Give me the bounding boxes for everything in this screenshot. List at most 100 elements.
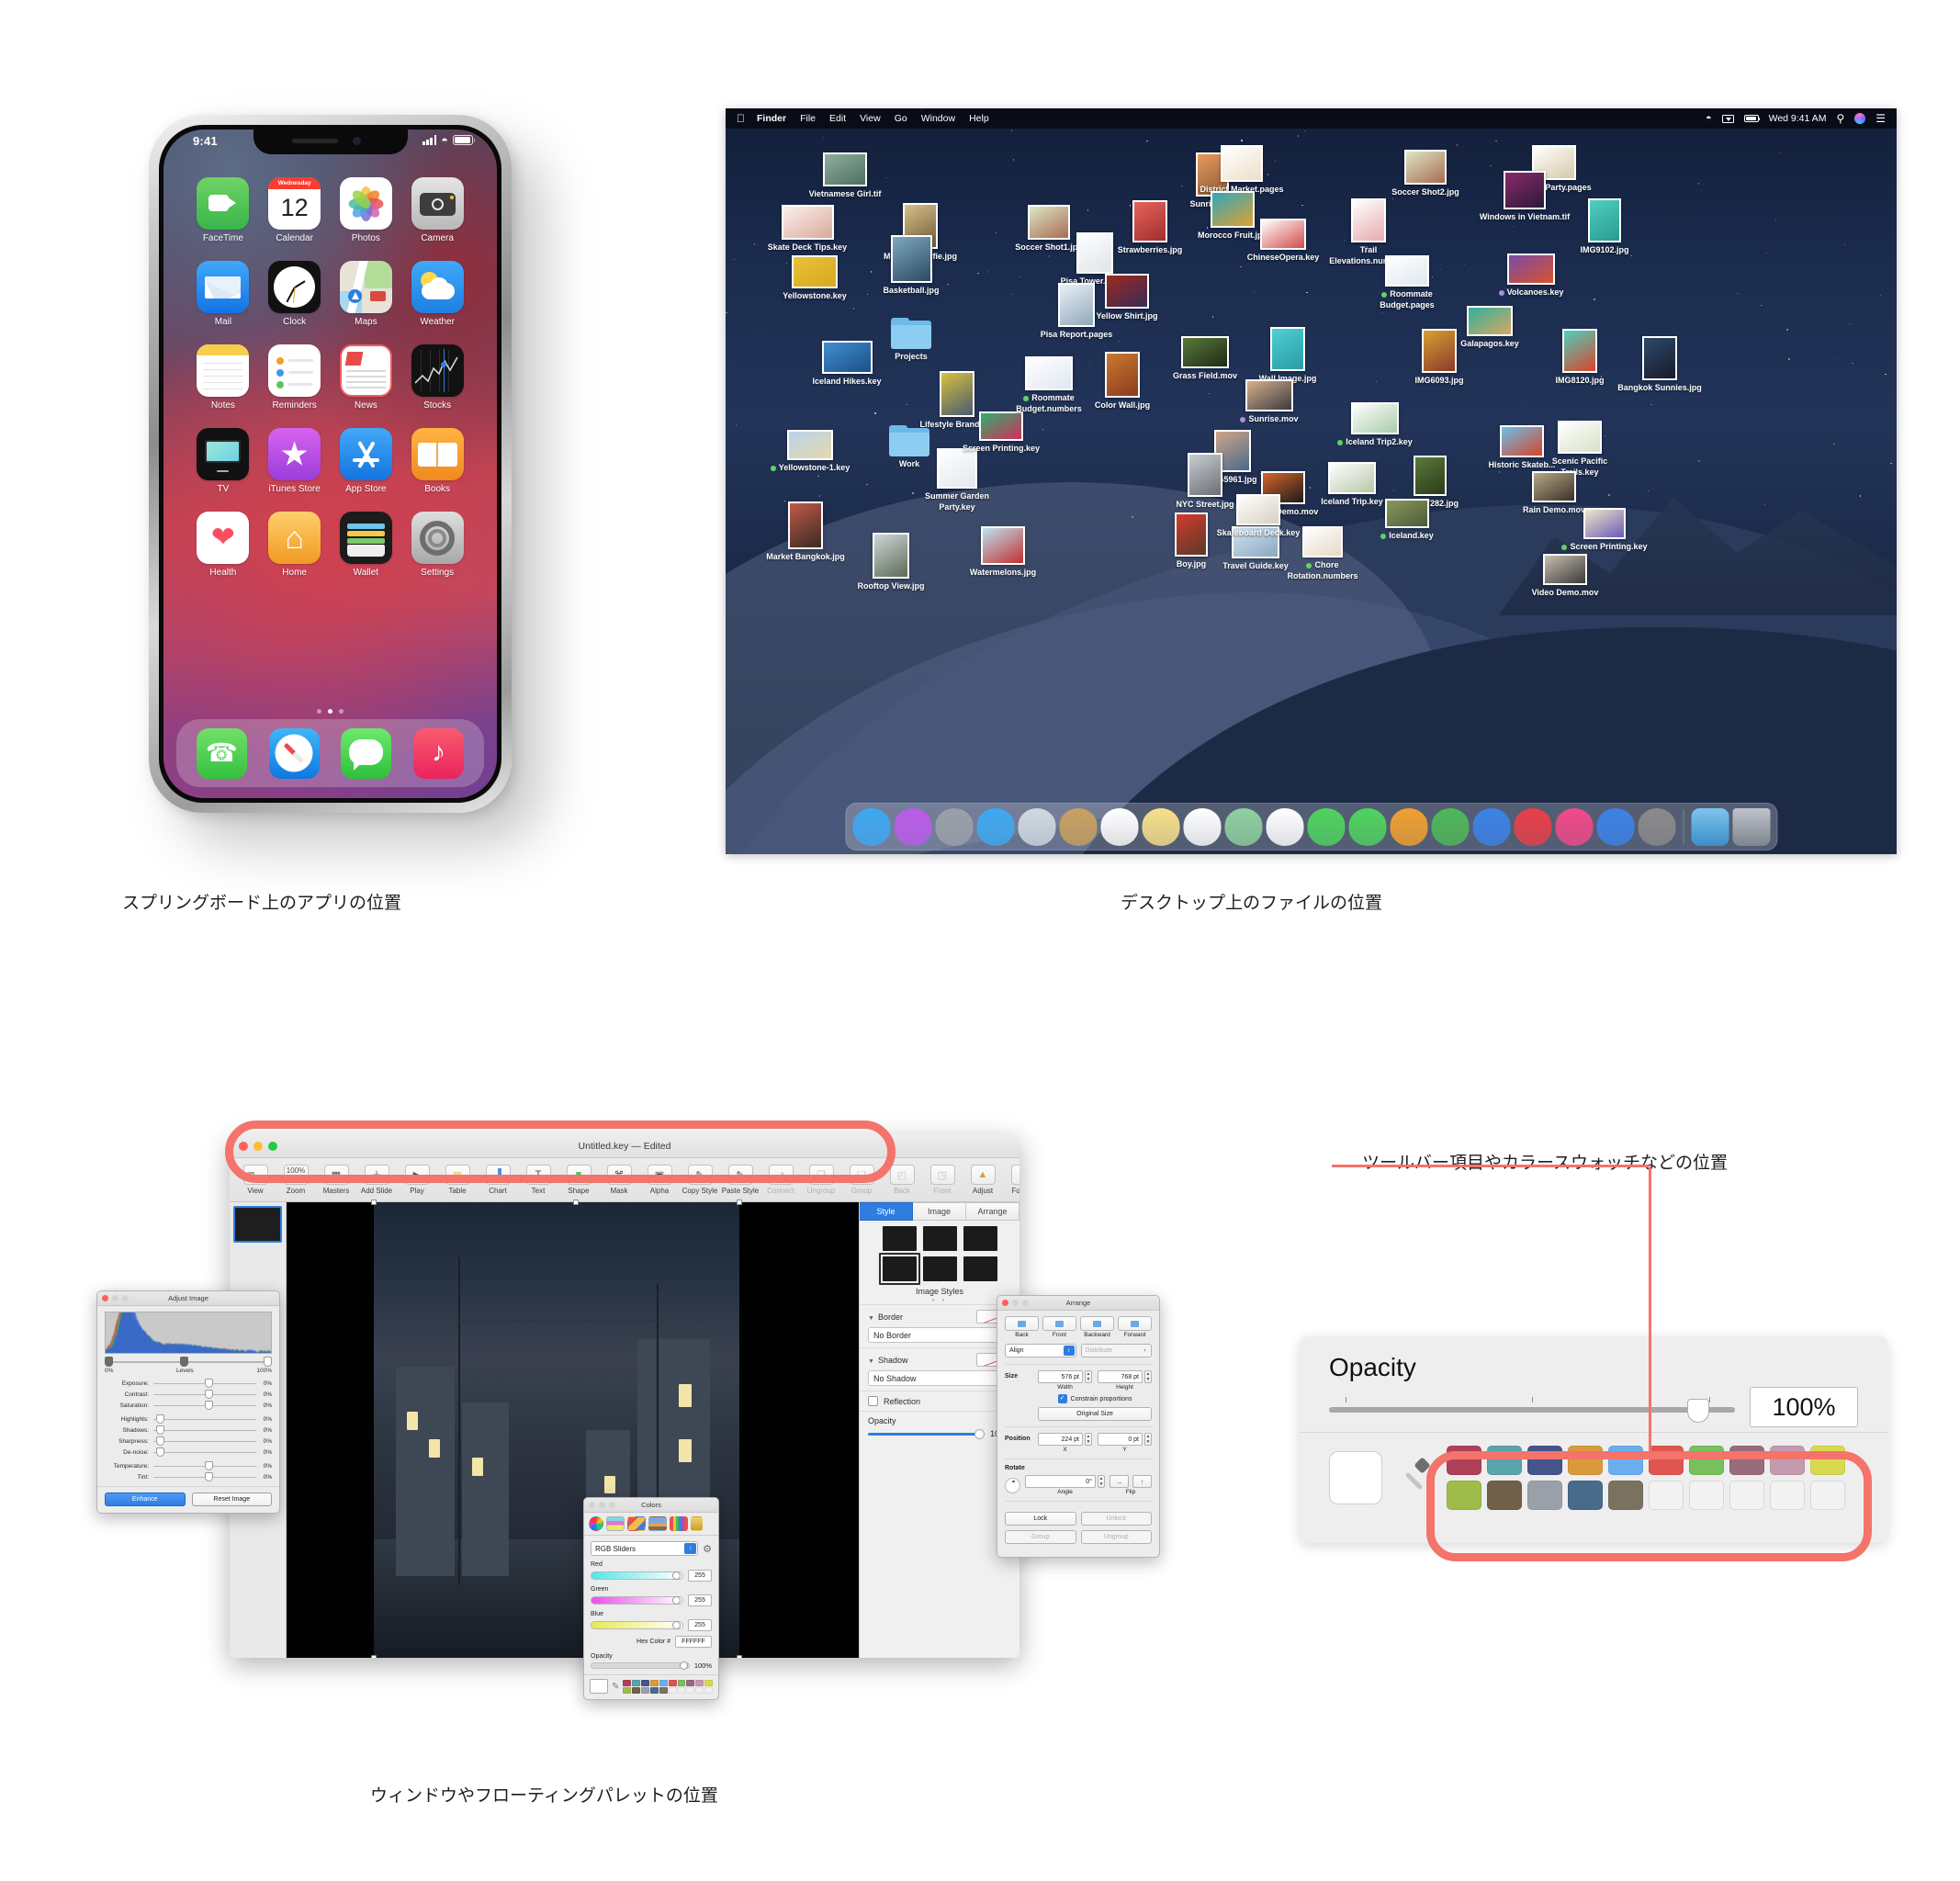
eyedropper-icon[interactable] bbox=[1399, 1457, 1431, 1499]
color-swatch[interactable] bbox=[1810, 1446, 1845, 1475]
app-books[interactable]: Books bbox=[404, 428, 470, 494]
desktop-file[interactable]: Rooftop View.jpg bbox=[843, 533, 939, 592]
slide-thumbnail[interactable] bbox=[233, 1206, 282, 1243]
dock-item-itunes[interactable] bbox=[1555, 808, 1593, 846]
magnifier-icon[interactable] bbox=[691, 1516, 703, 1531]
reset-image-button[interactable]: Reset Image bbox=[191, 1492, 272, 1506]
image-style-swatch[interactable] bbox=[922, 1226, 957, 1251]
wifi-icon[interactable]: ◓ bbox=[1706, 113, 1712, 124]
dock-item-maps[interactable] bbox=[1224, 808, 1262, 846]
opacity-slider[interactable] bbox=[868, 1428, 985, 1439]
color-swatch[interactable] bbox=[1568, 1446, 1603, 1475]
battery-icon[interactable] bbox=[1743, 114, 1761, 123]
color-swatch[interactable] bbox=[649, 1679, 659, 1686]
menu-view[interactable]: View bbox=[860, 113, 881, 124]
desktop-file[interactable]: Sunrise.mov bbox=[1222, 379, 1317, 425]
desktop-file[interactable]: Video Demo.mov bbox=[1517, 554, 1613, 599]
desktop-file[interactable]: Color Wall.jpg bbox=[1075, 352, 1170, 411]
green-slider[interactable] bbox=[591, 1596, 683, 1605]
color-swatch[interactable] bbox=[1810, 1481, 1845, 1510]
dock-item-numbers[interactable] bbox=[1431, 808, 1469, 846]
opacity-card-value[interactable]: 100% bbox=[1750, 1387, 1858, 1427]
app-notes[interactable]: Notes bbox=[190, 344, 256, 411]
color-swatch[interactable] bbox=[668, 1686, 677, 1694]
align-select[interactable]: Align ↕ bbox=[1005, 1344, 1076, 1357]
slider-track[interactable] bbox=[153, 1471, 256, 1481]
control-center-icon[interactable]: ☰ bbox=[1876, 112, 1886, 125]
desktop-file[interactable]: Iceland.key bbox=[1359, 499, 1455, 542]
app-tv[interactable]: TV bbox=[190, 428, 256, 494]
menu-edit[interactable]: Edit bbox=[829, 113, 846, 124]
color-swatch[interactable] bbox=[668, 1679, 677, 1686]
eyedropper-icon[interactable]: ✎ bbox=[612, 1682, 619, 1692]
shadow-select[interactable]: No Shadow bbox=[868, 1370, 1011, 1386]
toolbar-text-button[interactable]: T Text bbox=[518, 1165, 558, 1195]
angle-input[interactable]: 0° bbox=[1025, 1475, 1096, 1488]
opacity-card-slider[interactable] bbox=[1329, 1397, 1735, 1423]
levels-slider[interactable] bbox=[105, 1357, 272, 1367]
slider-track[interactable] bbox=[153, 1378, 256, 1388]
search-icon[interactable]: ⚲ bbox=[1836, 112, 1844, 125]
toolbar-paste-style-button[interactable]: ✎ Paste Style bbox=[720, 1165, 760, 1195]
toolbar-copy-style-button[interactable]: ✎ Copy Style bbox=[680, 1165, 720, 1195]
slider-track[interactable] bbox=[153, 1389, 256, 1399]
color-wheel-icon[interactable] bbox=[589, 1516, 603, 1531]
color-swatch[interactable] bbox=[1568, 1481, 1603, 1510]
safari-icon[interactable] bbox=[268, 727, 320, 779]
desktop-file[interactable]: ChineseOpera.key bbox=[1235, 219, 1331, 264]
color-swatch[interactable] bbox=[623, 1686, 632, 1694]
toolbar-shape-button[interactable]: ■ Shape bbox=[558, 1165, 599, 1195]
app-stocks[interactable]: Stocks bbox=[404, 344, 470, 411]
desktop-file[interactable]: Yellow Shirt.jpg bbox=[1079, 274, 1175, 322]
color-swatch[interactable] bbox=[677, 1679, 686, 1686]
image-palettes-icon[interactable] bbox=[648, 1516, 667, 1531]
slider-track[interactable] bbox=[153, 1436, 256, 1446]
airplay-icon[interactable] bbox=[1721, 114, 1734, 123]
width-stepper[interactable]: ▲ ▼ bbox=[1085, 1370, 1092, 1383]
dock-item-news[interactable] bbox=[1514, 808, 1551, 846]
toolbar-adjust-button[interactable]: ▲ Adjust bbox=[963, 1165, 1003, 1195]
app-itunes-store[interactable]: ★ iTunes Store bbox=[262, 428, 328, 494]
toolbar-alpha-button[interactable]: ▣ Alpha bbox=[639, 1165, 680, 1195]
dock-item-system-preferences[interactable] bbox=[1638, 808, 1675, 846]
desktop-file[interactable]: District Market.pages bbox=[1194, 145, 1290, 196]
send-back-button[interactable]: Back bbox=[1005, 1316, 1039, 1338]
toolbar-format-button[interactable]: ✎ Format bbox=[1003, 1165, 1019, 1195]
color-swatch[interactable] bbox=[1770, 1481, 1805, 1510]
dock-item-calendar[interactable] bbox=[1100, 808, 1138, 846]
desktop-file[interactable]: Screen Printing.key bbox=[1557, 508, 1652, 553]
bring-forward-button[interactable]: Forward bbox=[1118, 1316, 1152, 1338]
tab-style[interactable]: Style bbox=[860, 1202, 913, 1221]
chevron-down-icon[interactable]: ▼ bbox=[868, 1315, 874, 1322]
color-swatch[interactable] bbox=[1689, 1481, 1724, 1510]
app-calendar[interactable]: Wednesday 12 Calendar bbox=[262, 177, 328, 243]
dock-item-notes[interactable] bbox=[1142, 808, 1179, 846]
color-swatch[interactable] bbox=[659, 1686, 668, 1694]
desktop-file[interactable]: Iceland Trip2.key bbox=[1327, 402, 1423, 448]
app-photos[interactable]: Photos bbox=[332, 177, 399, 243]
color-swatch[interactable] bbox=[1770, 1446, 1805, 1475]
desktop-file[interactable]: Roommate Budget.pages bbox=[1359, 255, 1455, 310]
constrain-proportions-row[interactable]: ✓ Constrain proportions bbox=[1038, 1394, 1152, 1403]
desktop-file[interactable]: Screen Printing.key bbox=[953, 411, 1049, 455]
color-swatch[interactable] bbox=[1487, 1481, 1522, 1510]
red-slider[interactable] bbox=[591, 1571, 683, 1580]
color-swatch[interactable] bbox=[632, 1679, 641, 1686]
menu-file[interactable]: File bbox=[800, 113, 816, 124]
color-swatch[interactable] bbox=[1649, 1446, 1684, 1475]
tab-arrange[interactable]: Arrange bbox=[966, 1202, 1019, 1221]
dock-item-downloads[interactable] bbox=[1691, 808, 1729, 846]
desktop-file[interactable]: Galapagos.key bbox=[1442, 306, 1538, 350]
flip-horizontal-button[interactable]: → bbox=[1110, 1475, 1129, 1488]
color-swatch[interactable] bbox=[641, 1679, 649, 1686]
desktop-file[interactable]: Yellowstone-1.key bbox=[762, 430, 858, 474]
app-maps[interactable]: Maps bbox=[332, 261, 399, 327]
desktop-file[interactable]: Wall Image.jpg bbox=[1240, 327, 1335, 385]
reflection-checkbox[interactable] bbox=[868, 1396, 878, 1406]
reflection-row[interactable]: Reflection bbox=[860, 1391, 1019, 1411]
image-style-swatch[interactable] bbox=[963, 1226, 997, 1251]
app-facetime[interactable]: FaceTime bbox=[190, 177, 256, 243]
dock-item-reminders[interactable] bbox=[1183, 808, 1221, 846]
toolbar-table-button[interactable]: ▦ Table bbox=[437, 1165, 478, 1195]
green-value[interactable]: 255 bbox=[688, 1594, 712, 1606]
